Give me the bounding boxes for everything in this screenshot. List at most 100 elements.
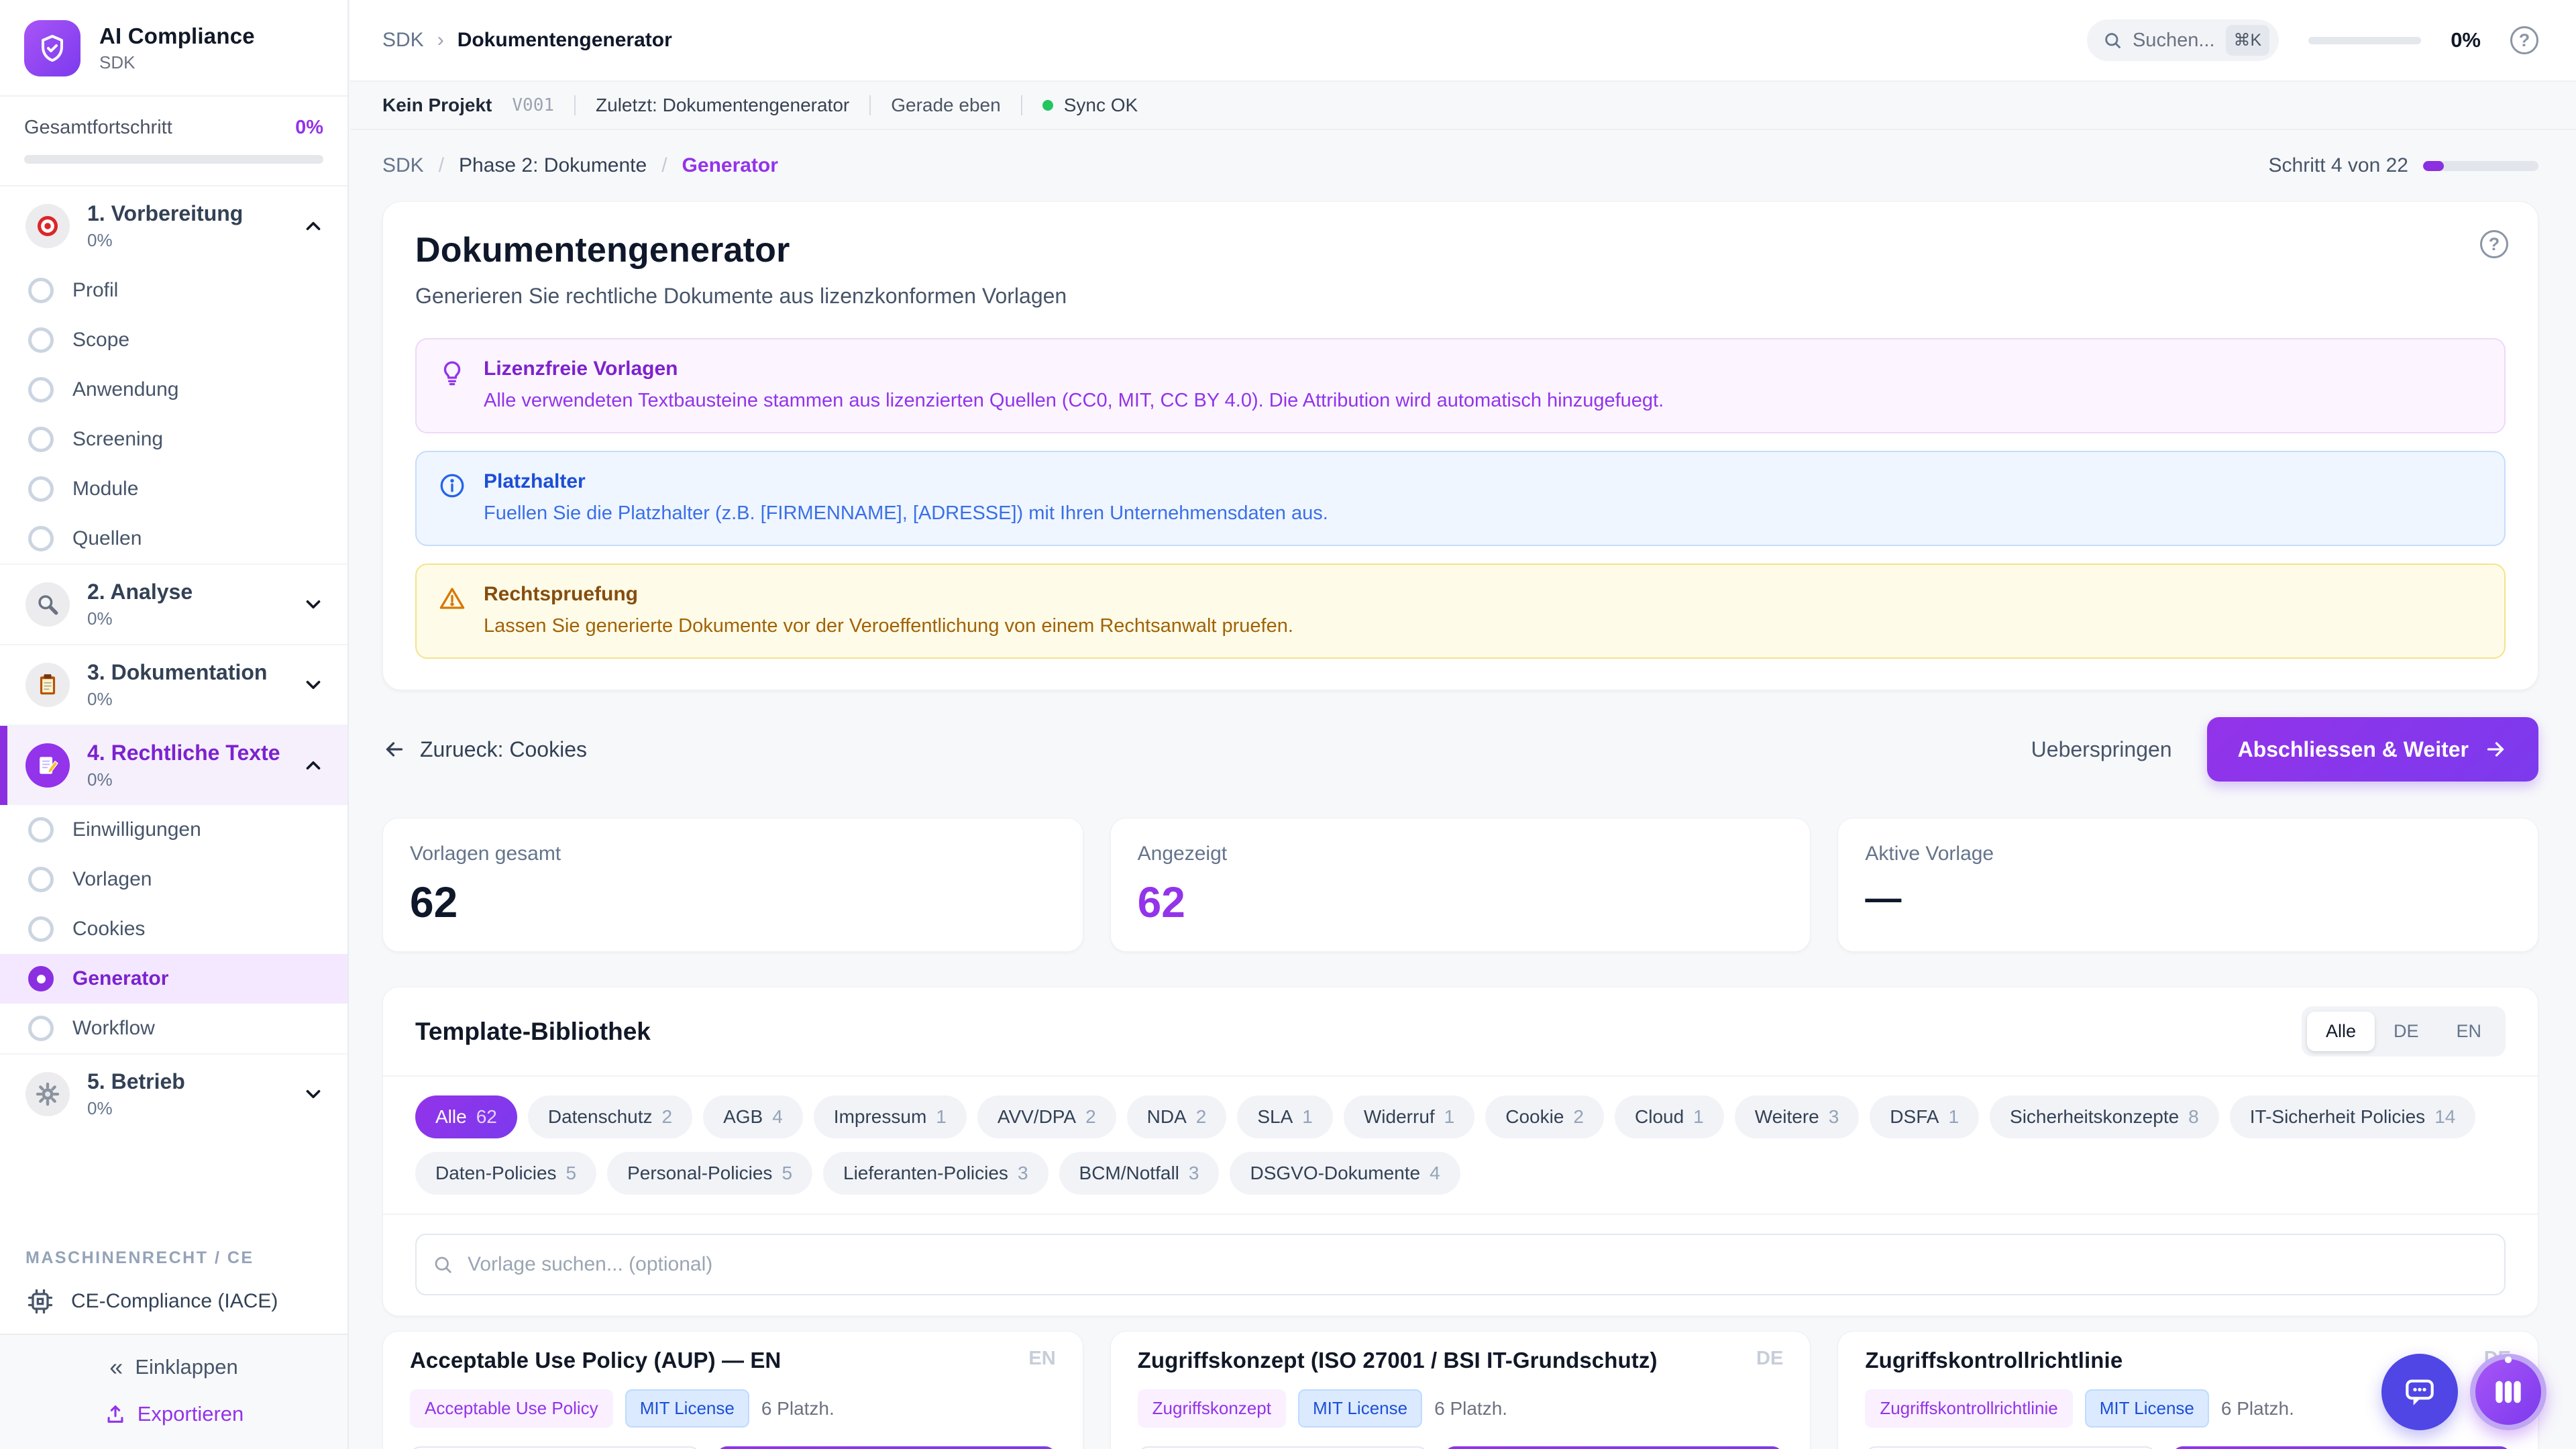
sidebar-item-scope[interactable]: Scope [0,315,347,365]
breadcrumb-sdk[interactable]: SDK [382,29,424,52]
chip-count: 4 [772,1106,783,1128]
chip-label: AVV/DPA [998,1106,1076,1128]
template-license-pill: MIT License [1298,1389,1422,1428]
filter-chip-cookie[interactable]: Cookie 2 [1485,1095,1604,1138]
filter-chip-agb[interactable]: AGB4 [703,1095,803,1138]
radio-icon [28,327,54,353]
export-button[interactable]: Exportieren [104,1402,244,1426]
filter-chip-avv-dpa[interactable]: AVV/DPA2 [977,1095,1116,1138]
filter-chip-widerruf[interactable]: Widerruf1 [1344,1095,1474,1138]
global-search-button[interactable]: Suchen... ⌘K [2087,19,2279,61]
topbar: SDK › Dokumentengenerator Suchen... ⌘K 0… [350,0,2576,80]
stat-value: 62 [410,877,1056,927]
template-use-button[interactable] [2172,1446,2511,1449]
sidebar-phase-4[interactable]: 4. Rechtliche Texte0% [0,724,347,805]
filter-chip-weitere[interactable]: Weitere3 [1735,1095,1860,1138]
template-placeholder-count: 6 Platzh. [1434,1398,1507,1419]
breadcrumb-sdk[interactable]: SDK [382,154,424,177]
chip-count: 2 [1573,1106,1584,1128]
radio-icon [28,427,54,452]
board-view-fab[interactable] [2470,1354,2546,1430]
template-use-button[interactable] [716,1446,1055,1449]
lang-tab-de[interactable]: DE [2375,1012,2438,1051]
filter-chip-alle[interactable]: Alle62 [415,1095,517,1138]
chat-fab[interactable] [2381,1354,2458,1430]
stat-label: Angezeigt [1138,843,1784,865]
breadcrumb-phase[interactable]: Phase 2: Dokumente [459,154,647,177]
sidebar-item-module[interactable]: Module [0,464,347,514]
template-use-button[interactable] [1444,1446,1783,1449]
version-badge: V001 [512,95,554,115]
lang-tab-en[interactable]: EN [2437,1012,2500,1051]
alert-blue: PlatzhalterFuellen Sie die Platzhalter (… [415,451,2506,546]
chevron-down-icon [302,674,325,696]
template-search-input[interactable] [415,1234,2506,1295]
sidebar-item-label: Screening [72,428,163,451]
sidebar-item-ce-compliance[interactable]: CE-Compliance (IACE) [0,1275,347,1334]
divider [869,95,871,115]
divider [574,95,576,115]
back-button[interactable]: Zurueck: Cookies [382,737,587,762]
chevron-up-icon [302,215,325,237]
template-preview-button[interactable] [1865,1446,2155,1449]
sidebar-item-profil[interactable]: Profil [0,266,347,315]
chip-label: Cookie [1505,1106,1564,1128]
filter-chip-nda[interactable]: NDA2 [1127,1095,1227,1138]
filter-chip-daten-policies[interactable]: Daten-Policies5 [415,1152,596,1195]
template-title: Acceptable Use Policy (AUP) — EN [410,1348,781,1373]
sidebar-item-label: Cookies [72,918,145,941]
sidebar-item-label: Einwilligungen [72,818,201,841]
help-icon[interactable]: ? [2510,26,2538,54]
language-toggle: AlleDEEN [2302,1006,2506,1057]
filter-chip-datenschutz[interactable]: Datenschutz2 [528,1095,692,1138]
sidebar-phase-2[interactable]: 2. Analyse0% [0,564,347,644]
sidebar-item-vorlagen[interactable]: Vorlagen [0,855,347,904]
topbar-progress-bar [2308,37,2421,44]
alert-text: Alle verwendeten Textbausteine stammen a… [484,388,1664,414]
filter-chip-cloud[interactable]: Cloud1 [1615,1095,1724,1138]
chip-count: 4 [1430,1163,1440,1184]
sidebar-item-cookies[interactable]: Cookies [0,904,347,954]
sidebar-item-einwilligungen[interactable]: Einwilligungen [0,805,347,855]
filter-chip-it-sicherheit-policies[interactable]: IT-Sicherheit Policies14 [2230,1095,2476,1138]
template-category-pill: Zugriffskonzept [1138,1389,1286,1428]
finish-next-button[interactable]: Abschliessen & Weiter [2207,717,2538,782]
sidebar-phase-5[interactable]: 5. Betrieb0% [0,1053,347,1134]
filter-chip-impressum[interactable]: Impressum1 [814,1095,967,1138]
template-preview-button[interactable] [1138,1446,1428,1449]
filter-chip-bcm-notfall[interactable]: BCM/Notfall3 [1059,1152,1220,1195]
filter-chip-dsfa[interactable]: DSFA1 [1870,1095,1979,1138]
stats-row: Vorlagen gesamt62Angezeigt62Aktive Vorla… [382,818,2538,952]
alert-body: PlatzhalterFuellen Sie die Platzhalter (… [484,470,1328,527]
sidebar-item-quellen[interactable]: Quellen [0,514,347,564]
collapse-sidebar-button[interactable]: « Einklappen [109,1355,237,1379]
sidebar-item-anwendung[interactable]: Anwendung [0,365,347,415]
phase-nav: 1. Vorbereitung0%ProfilScopeAnwendung Scr… [0,186,347,1228]
chevrons-left-icon: « [109,1355,123,1379]
generator-header-card: Dokumentengenerator Generieren Sie recht… [382,201,2538,690]
lightbulb-icon [438,359,466,387]
radio-icon [28,916,54,942]
gear-icon [25,1072,70,1116]
sidebar-phase-3[interactable]: 3. Dokumentation0% [0,644,347,724]
step-indicator: Schritt 4 von 22 [2269,154,2408,177]
last-saved-time: Gerade eben [891,95,1000,116]
sidebar-item-workflow[interactable]: Workflow [0,1004,347,1053]
arrow-left-icon [382,737,407,761]
sidebar-item-generator[interactable]: Generator [0,954,347,1004]
chip-count: 1 [1302,1106,1313,1128]
filter-chip-sicherheitskonzepte[interactable]: Sicherheitskonzepte8 [1990,1095,2219,1138]
alert-body: Lizenzfreie VorlagenAlle verwendeten Tex… [484,358,1664,414]
sidebar: AI Compliance SDK Gesamtfortschritt 0% 1… [0,0,349,1449]
template-preview-button[interactable] [410,1446,700,1449]
template-language-badge: DE [1746,1348,1783,1370]
sidebar-phase-1[interactable]: 1. Vorbereitung0% [0,186,347,266]
lang-tab-alle[interactable]: Alle [2307,1012,2375,1051]
filter-chip-sla[interactable]: SLA1 [1237,1095,1333,1138]
sidebar-item-screening[interactable]: Screening [0,415,347,464]
skip-button[interactable]: Ueberspringen [2021,731,2183,769]
card-help-icon[interactable]: ? [2480,230,2508,258]
filter-chip-lieferanten-policies[interactable]: Lieferanten-Policies3 [823,1152,1049,1195]
filter-chip-dsgvo-dokumente[interactable]: DSGVO-Dokumente4 [1230,1152,1460,1195]
filter-chip-personal-policies[interactable]: Personal-Policies5 [607,1152,812,1195]
